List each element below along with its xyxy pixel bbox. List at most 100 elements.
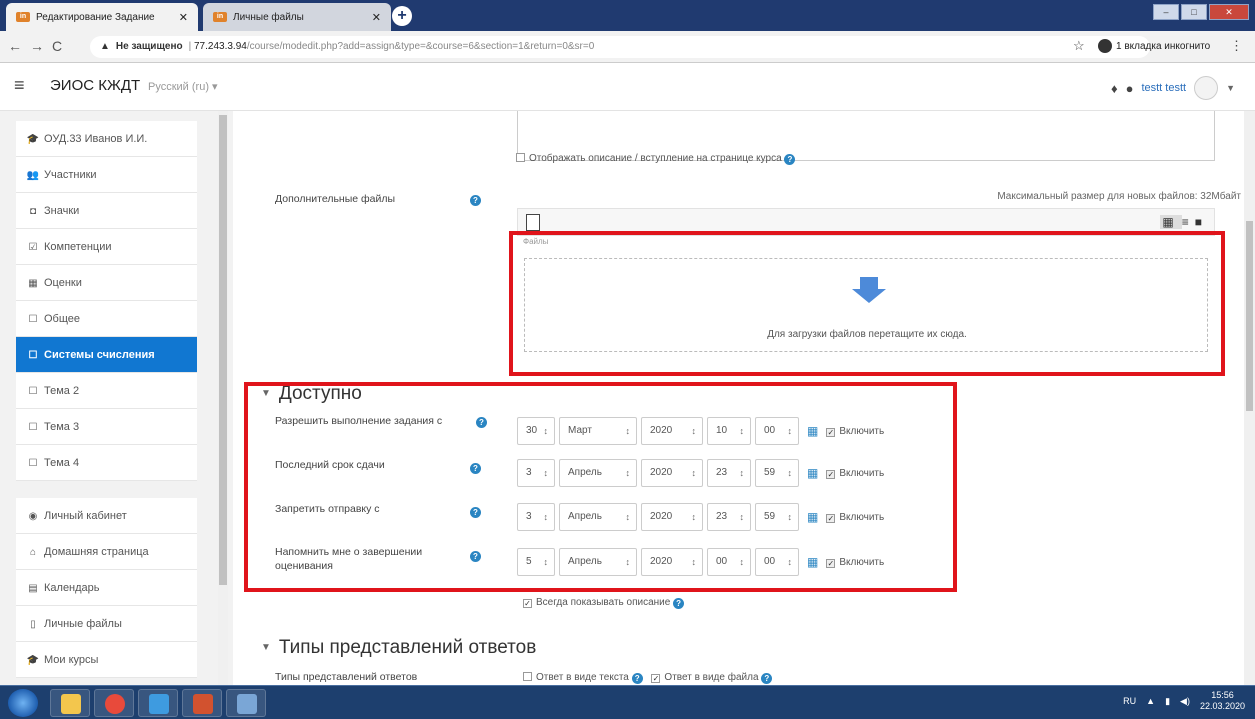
system-tray: RU ▲ ▮ ◀) 15:56 22.03.2020 <box>1123 690 1245 712</box>
forward-icon[interactable]: → <box>30 38 52 54</box>
sidebar-item-badges[interactable]: ◘ Значки <box>16 193 197 229</box>
bookmark-star-icon[interactable]: ☆ <box>1073 38 1085 54</box>
main-content: Отображать описание / вступление на стра… <box>233 111 1255 685</box>
reload-icon[interactable]: C <box>52 38 70 54</box>
sidebar-item-course[interactable]: 🎓 ОУД.33 Иванов И.И. <box>16 121 197 157</box>
site-brand[interactable]: ЭИОС КЖДТ <box>50 77 140 94</box>
sidebar-scrollbar[interactable] <box>218 111 228 685</box>
tab-private-files[interactable]: in Личные файлы ✕ <box>203 3 391 31</box>
not-secure-icon: ▲ <box>100 41 110 52</box>
sidebar-item-topic-3[interactable]: ☐ Тема 3 <box>16 409 197 445</box>
max-size-note: Максимальный размер для новых файлов: 32… <box>997 191 1241 202</box>
sidebar-item-number-systems[interactable]: ☐ Системы счисления <box>16 337 197 373</box>
show-description-checkbox[interactable] <box>516 153 525 162</box>
sidebar-item-grades[interactable]: ▦ Оценки <box>16 265 197 301</box>
sidebar-item-label: Оценки <box>44 277 82 289</box>
sidebar-item-private-files[interactable]: ▯ Личные файлы <box>16 606 197 642</box>
always-show-label: Всегда показывать описание <box>536 597 671 608</box>
sidebar-item-participants[interactable]: 👥 Участники <box>16 157 197 193</box>
sidebar-item-label: Личные файлы <box>44 618 122 630</box>
sidebar-item-my-courses[interactable]: 🎓 Мои курсы <box>16 642 197 678</box>
page-scrollbar[interactable] <box>1244 111 1255 685</box>
sidebar-item-label: Системы счисления <box>44 349 155 361</box>
minimize-icon[interactable]: – <box>1153 4 1179 20</box>
scrollbar-thumb[interactable] <box>219 115 227 585</box>
sidebar-item-topic-4[interactable]: ☐ Тема 4 <box>16 445 197 481</box>
sidebar-item-home[interactable]: ⌂ Домашняя страница <box>16 534 197 570</box>
help-icon[interactable]: ? <box>673 598 685 609</box>
window-close-icon[interactable]: ✕ <box>1209 4 1249 20</box>
sidebar-item-dashboard[interactable]: ◉ Личный кабинет <box>16 498 197 534</box>
input-language[interactable]: RU <box>1123 696 1136 706</box>
tray-up-icon[interactable]: ▲ <box>1146 696 1155 706</box>
sidebar-item-general[interactable]: ☐ Общее <box>16 301 197 337</box>
back-icon[interactable]: ← <box>8 38 30 54</box>
chevron-down-icon[interactable]: ▼ <box>1226 83 1235 93</box>
windows-taskbar: RU ▲ ▮ ◀) 15:56 22.03.2020 <box>0 685 1255 719</box>
sidebar-item-label: Тема 3 <box>44 421 80 433</box>
folder-icon: ☐ <box>28 422 38 433</box>
explorer-taskbar-button[interactable] <box>50 689 90 717</box>
clock[interactable]: 15:56 22.03.2020 <box>1200 690 1245 712</box>
powerpoint-icon <box>193 694 213 714</box>
close-tab-icon[interactable]: ✕ <box>179 11 188 24</box>
calendar-icon: ▤ <box>28 583 38 594</box>
tab-edit-assignment[interactable]: in Редактирование Задание ✕ <box>6 3 198 31</box>
add-file-icon[interactable] <box>526 214 540 231</box>
online-text-checkbox[interactable] <box>523 672 532 681</box>
chrome-taskbar-button[interactable] <box>94 689 134 717</box>
sidebar-item-label: Тема 2 <box>44 385 80 397</box>
help-icon[interactable]: ? <box>784 154 796 165</box>
sidebar-item-label: Компетенции <box>44 241 112 253</box>
network-icon[interactable]: ▮ <box>1165 696 1170 707</box>
help-icon[interactable]: ? <box>631 673 643 684</box>
avatar[interactable] <box>1194 76 1219 100</box>
maximize-icon[interactable]: □ <box>1181 4 1207 20</box>
tab-label: Редактирование Задание <box>36 11 155 23</box>
view-modes: ▦ ≡■ <box>1160 215 1208 229</box>
section-title-text: Типы представлений ответов <box>278 637 537 658</box>
list-view-icon[interactable]: ≡ <box>1182 215 1195 229</box>
sidebar-item-topic-2[interactable]: ☐ Тема 2 <box>16 373 197 409</box>
online-text-label: Ответ в виде текста <box>536 672 629 683</box>
always-show-checkbox[interactable]: ✓ <box>523 599 532 608</box>
user-name[interactable]: testt testt <box>1141 82 1186 94</box>
clock-time: 15:56 <box>1211 690 1234 700</box>
table-icon: ▦ <box>28 278 38 289</box>
url-host: 77.243.3.94 <box>194 41 247 52</box>
scrollbar-thumb[interactable] <box>1246 221 1253 411</box>
file-submission-checkbox[interactable]: ✓ <box>651 674 661 683</box>
powerpoint-taskbar-button[interactable] <box>182 689 222 717</box>
start-button[interactable] <box>8 689 38 717</box>
close-tab-icon[interactable]: ✕ <box>372 11 381 24</box>
sidebar-item-label: Домашняя страница <box>44 546 149 558</box>
home-icon: ⌂ <box>29 547 37 558</box>
collapse-triangle-icon: ▼ <box>261 642 271 653</box>
users-icon: 👥 <box>26 170 40 181</box>
folder-view-icon[interactable]: ■ <box>1195 215 1208 229</box>
show-description-checkbox-row[interactable]: Отображать описание / вступление на стра… <box>516 153 796 165</box>
file-submission-label: Ответ в виде файла <box>664 672 759 683</box>
url-input[interactable]: ▲ Не защищено | 77.243.3.94/course/modedit… <box>90 36 1150 58</box>
browser-menu-icon[interactable]: ⋮ <box>1230 38 1243 54</box>
incognito-indicator[interactable]: 1 вкладка инкогнито <box>1098 39 1210 53</box>
highlight-box-availability <box>244 382 957 592</box>
help-icon[interactable]: ? <box>761 673 773 684</box>
hamburger-menu-icon[interactable]: ≡ <box>14 75 25 96</box>
always-show-description-row[interactable]: ✓ Всегда показывать описание ? <box>523 597 685 609</box>
notifications-bell-icon[interactable]: ♦ <box>1111 81 1118 96</box>
submission-types-section-title[interactable]: ▼ Типы представлений ответов <box>261 637 536 659</box>
nav-buttons: ←→C <box>8 38 70 54</box>
help-icon[interactable]: ? <box>470 195 481 206</box>
sidebar-item-label: Мои курсы <box>44 654 99 666</box>
sidebar-item-calendar[interactable]: ▤ Календарь <box>16 570 197 606</box>
window-taskbar-button[interactable] <box>226 689 266 717</box>
volume-icon[interactable]: ◀) <box>1180 696 1190 707</box>
messages-icon[interactable]: ● <box>1126 81 1134 96</box>
new-tab-button[interactable]: + <box>392 6 412 26</box>
user-menu: ♦ ● testt testt ▼ <box>1111 76 1235 100</box>
grid-view-icon[interactable]: ▦ <box>1160 215 1182 229</box>
language-selector[interactable]: Русский (ru) ▾ <box>148 80 218 93</box>
sidebar-item-competencies[interactable]: ☑ Компетенции <box>16 229 197 265</box>
app-taskbar-button[interactable] <box>138 689 178 717</box>
